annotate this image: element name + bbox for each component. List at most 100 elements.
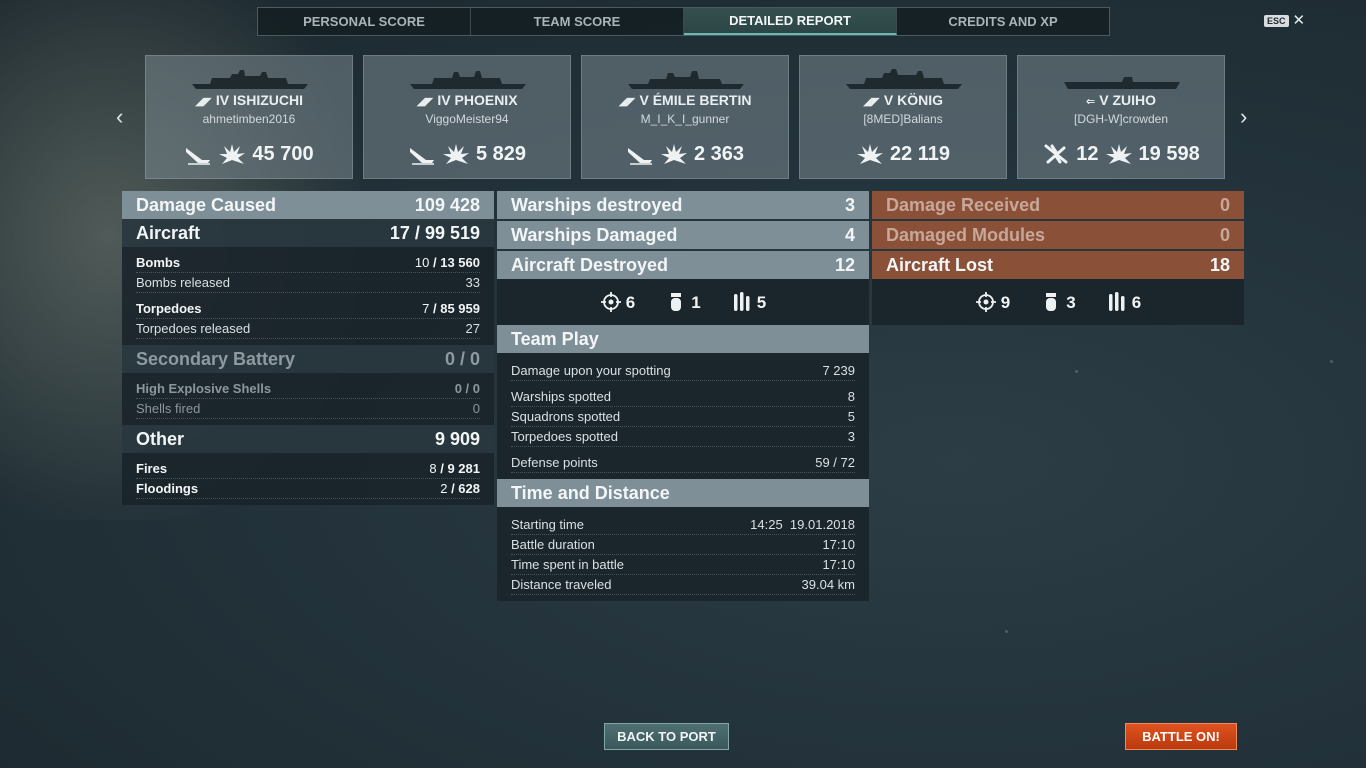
torpedo-icon: [1108, 292, 1125, 311]
torpedoes-row: Torpedoes 7 / 85 959: [136, 299, 480, 319]
carrier-silhouette-icon: [1064, 77, 1180, 89]
battleship-silhouette-icon: [846, 69, 962, 89]
tab-credits-xp[interactable]: CREDITS AND XP: [897, 8, 1109, 35]
tab-detailed-report[interactable]: DETAILED REPORT: [684, 8, 897, 35]
other-value: 9 909: [434, 428, 480, 449]
aircraft-lost-breakdown: 9 3 6: [872, 279, 1244, 325]
aircraft-lost-row: Aircraft Lost 18: [872, 251, 1244, 279]
ship-name: ◢◤ V KÖNIG: [800, 92, 1006, 108]
torpedoes-value: 7 / 85 959: [422, 301, 480, 316]
torpedo-bombers-destroyed: 5: [731, 291, 766, 313]
close-button[interactable]: ESC ✕: [1264, 13, 1305, 28]
time-in-battle-row: Time spent in battle 17:10: [511, 555, 855, 575]
prev-arrow-icon[interactable]: ‹: [116, 104, 123, 130]
damage-received-value: 0: [1219, 194, 1230, 215]
torpedo-icon: [733, 292, 750, 311]
ship-name: ◢◤ IV PHOENIX: [364, 92, 570, 108]
damaged-modules-value: 0: [1219, 224, 1230, 245]
torpedoes-released-label: Torpedoes released: [136, 321, 251, 336]
ship-tier: V: [1099, 92, 1109, 108]
team-play-details: Damage upon your spotting 7 239 Warships…: [497, 353, 869, 479]
aircraft-label: Aircraft: [136, 222, 201, 243]
time-distance-title: Time and Distance: [511, 482, 670, 503]
ship-damage: 2 363: [693, 142, 745, 165]
bombs-released-label: Bombs released: [136, 275, 230, 290]
tab-personal-score[interactable]: PERSONAL SCORE: [258, 8, 471, 35]
ship-stats: 2 363: [582, 142, 788, 166]
ship-name: ⇐ V ZUIHO: [1018, 92, 1224, 108]
shells-fired-value: 0: [472, 401, 480, 416]
damage-spotting-row: Damage upon your spotting 7 239: [511, 361, 855, 381]
aircraft-lost-label: Aircraft Lost: [886, 254, 994, 275]
bombers-lost: 3: [1040, 291, 1076, 313]
cruiser-class-icon: ◢◤: [416, 96, 434, 108]
back-to-port-button[interactable]: BACK TO PORT: [604, 723, 729, 750]
fighters-lost: 9: [975, 291, 1010, 313]
damage-received-label: Damage Received: [886, 194, 1041, 215]
battle-on-button[interactable]: BATTLE ON!: [1125, 723, 1237, 750]
cruiser-silhouette-icon: [628, 71, 744, 89]
floodings-label: Floodings: [136, 481, 199, 496]
aircraft-header: Aircraft 17 / 99 519: [122, 219, 494, 247]
warships-damaged-row: Warships Damaged 4: [497, 221, 869, 249]
aircraft-destroyed-row: Aircraft Destroyed 12: [497, 251, 869, 279]
ship-card[interactable]: ◢◤ IV PHOENIX ViggoMeister94 5 829: [363, 55, 571, 179]
shells-fired-label: Shells fired: [136, 401, 201, 416]
ship-card[interactable]: ◢◤ IV ISHIZUCHI ahmetimben2016 45 700: [145, 55, 353, 179]
ship-tier: IV: [215, 92, 230, 108]
team-play-title: Team Play: [511, 328, 599, 349]
kills-panel: Warships destroyed 3 Warships Damaged 4 …: [497, 191, 869, 601]
cruiser-class-icon: ◢◤: [862, 96, 880, 108]
aircraft-destroyed-value: 12: [834, 254, 855, 275]
aircraft-lost-value: 18: [1209, 254, 1230, 275]
ship-stats: 5 829: [364, 142, 570, 166]
fighter-target-icon: [975, 292, 996, 312]
damaged-modules-label: Damaged Modules: [886, 224, 1046, 245]
bombs-released-value: 33: [465, 275, 480, 290]
ship-stats: 45 700: [146, 142, 352, 166]
player-name: [DGH-W]crowden: [1073, 112, 1168, 126]
ship-tier: V: [639, 92, 649, 108]
damage-caused-label: Damage Caused: [136, 194, 277, 215]
secondary-battery-value: 0 / 0: [444, 348, 480, 369]
fires-row: Fires 8 / 9 281: [136, 459, 480, 479]
ship-damage: 19 598: [1138, 142, 1200, 165]
bombs-released-row: Bombs released 33: [136, 273, 480, 293]
player-name: ahmetimben2016: [202, 112, 296, 126]
sunk-ship-icon: [627, 148, 652, 165]
bombs-label: Bombs: [136, 255, 181, 270]
defense-points-row: Defense points 59 / 72: [511, 453, 855, 473]
ship-name-text: ÉMILE BERTIN: [652, 92, 752, 108]
sunk-ship-icon: [409, 148, 434, 165]
warships-damaged-value: 4: [844, 224, 855, 245]
damage-burst-icon: [856, 144, 883, 164]
distance-row: Distance traveled 39.04 km: [511, 575, 855, 595]
fires-value: 8 / 9 281: [429, 461, 480, 476]
torpedoes-spotted-row: Torpedoes spotted 3: [511, 427, 855, 447]
player-name: ViggoMeister94: [425, 112, 509, 126]
team-play-header: Team Play: [497, 325, 869, 353]
warships-damaged-label: Warships Damaged: [511, 224, 678, 245]
other-header: Other 9 909: [122, 425, 494, 453]
bombs-row: Bombs 10 / 13 560: [136, 253, 480, 273]
ship-name: ◢◤ V ÉMILE BERTIN: [582, 92, 788, 108]
bomb-icon: [1046, 293, 1057, 311]
aircraft-destroyed-breakdown: 6 1 5: [497, 279, 869, 325]
carrier-class-icon: ⇐: [1085, 96, 1096, 108]
ship-card[interactable]: ◢◤ V KÖNIG [8MED]Balians 22 119: [799, 55, 1007, 179]
torpedoes-released-row: Torpedoes released 27: [136, 319, 480, 339]
aircraft-destroyed-label: Aircraft Destroyed: [511, 254, 669, 275]
bomb-icon: [671, 293, 682, 311]
tab-team-score[interactable]: TEAM SCORE: [471, 8, 684, 35]
aircraft-details: Bombs 10 / 13 560 Bombs released 33 Torp…: [122, 247, 494, 345]
damage-burst-icon: [1105, 144, 1132, 164]
received-panel: Damage Received 0 Damaged Modules 0 Airc…: [872, 191, 1244, 325]
ship-card[interactable]: ⇐ V ZUIHO [DGH-W]crowden 12 19 598: [1017, 55, 1225, 179]
damage-caused-value: 109 428: [414, 194, 480, 215]
next-arrow-icon[interactable]: ›: [1240, 104, 1247, 130]
fighters-destroyed: 6: [600, 291, 635, 313]
battle-duration-row: Battle duration 17:10: [511, 535, 855, 555]
ship-card[interactable]: ◢◤ V ÉMILE BERTIN M_I_K_I_gunner 2 363: [581, 55, 789, 179]
fighter-target-icon: [600, 292, 621, 312]
ship-stats: 22 119: [800, 142, 1006, 166]
